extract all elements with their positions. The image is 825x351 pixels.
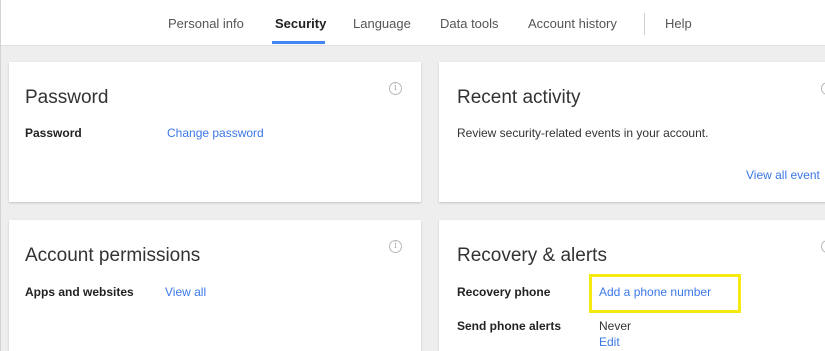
active-tab-indicator [272,41,325,44]
info-icon[interactable]: i [821,82,825,95]
card-title: Recovery & alerts [457,245,607,266]
send-phone-alerts-label: Send phone alerts [457,319,562,333]
password-card: Password i Password Change password [9,62,421,202]
apps-and-websites-label: Apps and websites [25,285,134,299]
info-icon[interactable]: i [389,240,402,253]
card-title: Recent activity [457,87,581,108]
tab-help[interactable]: Help [665,16,692,31]
tab-language[interactable]: Language [353,16,411,31]
change-password-link[interactable]: Change password [167,126,264,140]
phone-alerts-value: Never [599,319,632,333]
edit-phone-alerts-link[interactable]: Edit [599,335,620,349]
view-all-events-link[interactable]: View all event [746,168,820,182]
view-all-permissions-link[interactable]: View all [165,285,206,299]
info-icon[interactable]: i [389,82,402,95]
top-navigation: Personal info Security Language Data too… [1,0,825,46]
recent-activity-card: Recent activity i Review security-relate… [439,62,825,202]
tab-personal-info[interactable]: Personal info [168,16,244,31]
recovery-phone-label: Recovery phone [457,285,551,299]
account-permissions-card: Account permissions i Apps and websites … [9,220,421,351]
tab-account-history[interactable]: Account history [528,16,617,31]
info-icon[interactable]: i [821,240,825,253]
highlight-box [589,274,741,313]
tab-data-tools[interactable]: Data tools [440,16,499,31]
password-label: Password [25,126,82,140]
card-title: Account permissions [25,245,201,266]
card-title: Password [25,87,109,108]
security-page: Personal info Security Language Data too… [0,0,825,351]
nav-divider [644,13,645,35]
recent-activity-description: Review security-related events in your a… [457,126,709,140]
tab-security[interactable]: Security [275,16,326,31]
